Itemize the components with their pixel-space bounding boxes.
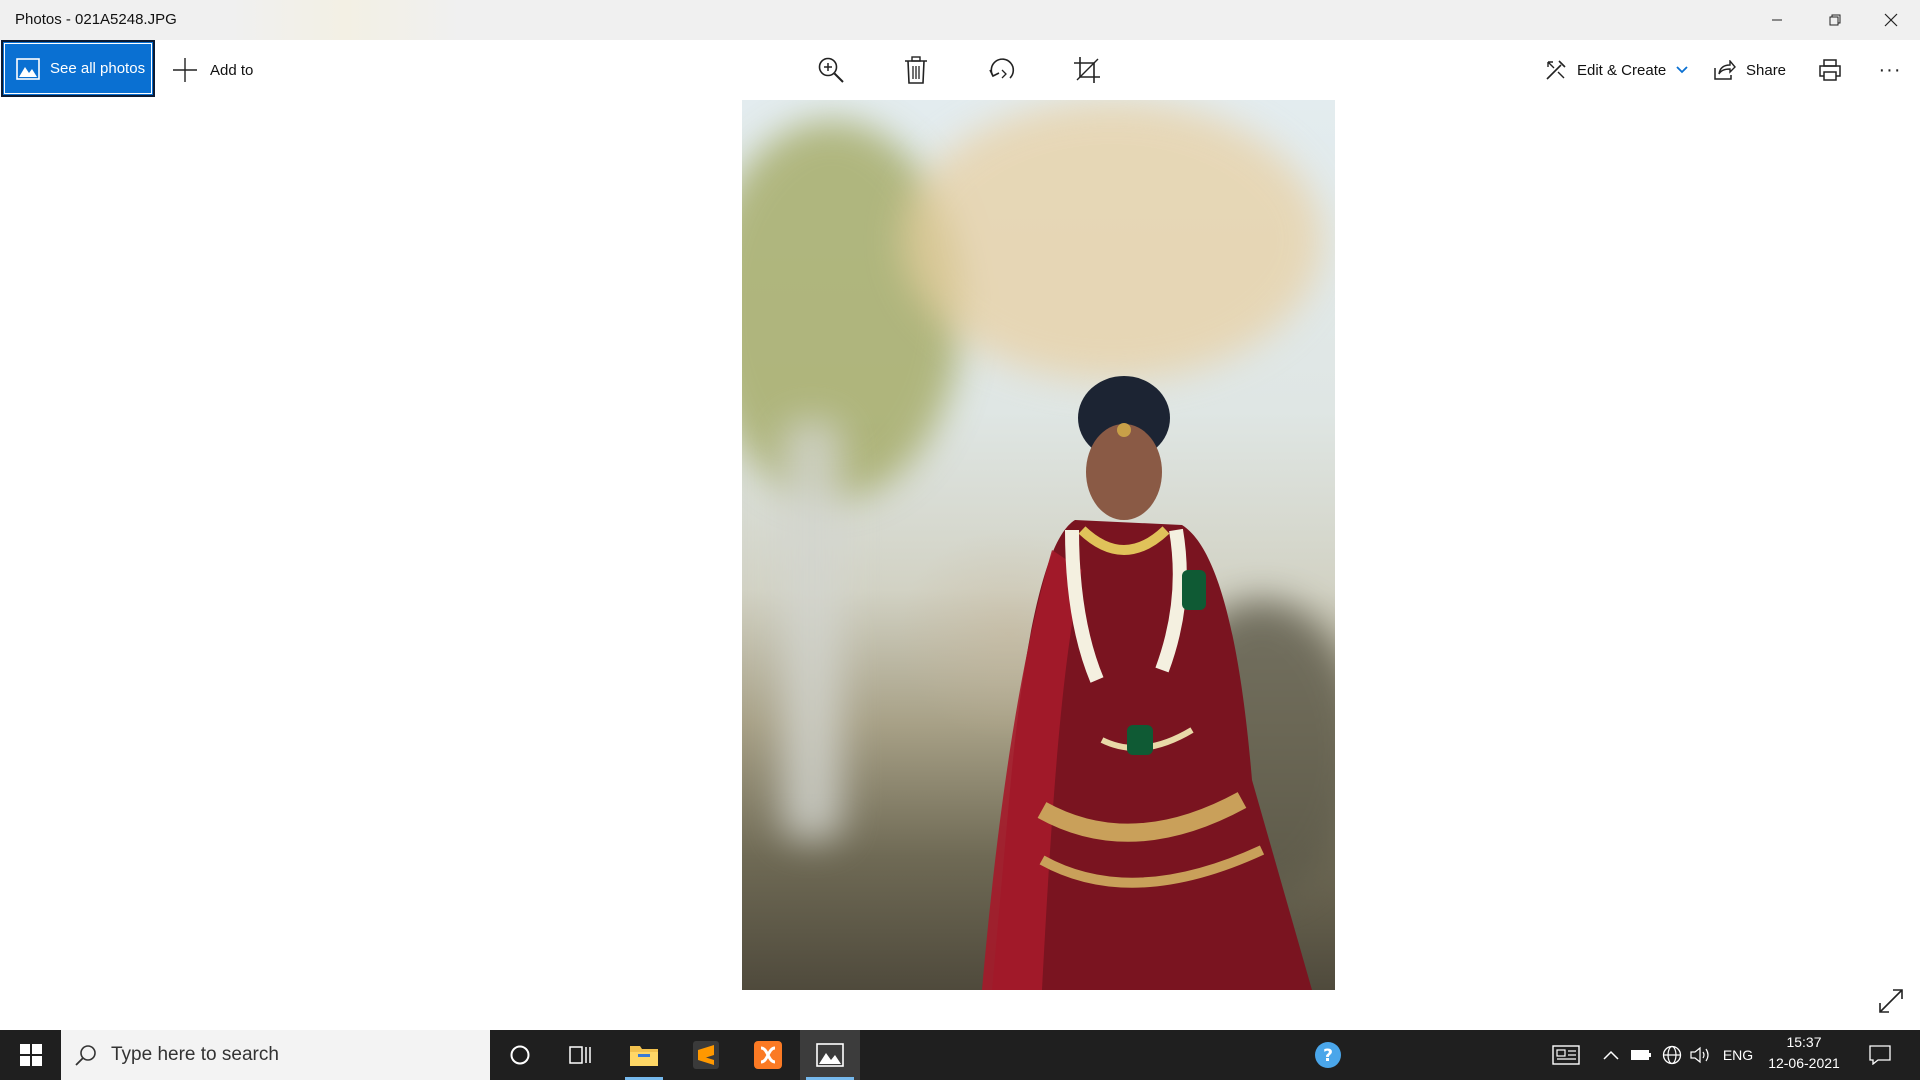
help-icon: ?: [1315, 1042, 1341, 1068]
chevron-down-icon: [1676, 66, 1688, 74]
minimize-button[interactable]: [1748, 0, 1806, 40]
restore-icon: [1829, 14, 1841, 26]
clock-time: 15:37: [1786, 1034, 1822, 1050]
folder-icon: [630, 1046, 658, 1066]
show-hidden-icons-button[interactable]: [1600, 1030, 1622, 1080]
more-options-button[interactable]: ···: [1868, 49, 1912, 91]
zoom-icon: [818, 57, 844, 83]
svg-text:?: ?: [1323, 1046, 1333, 1066]
title-bar: Photos - 021A5248.JPG: [0, 0, 1920, 40]
crop-icon: [1074, 57, 1100, 83]
edit-create-button[interactable]: Edit & Create: [1545, 50, 1688, 90]
cortana-icon: [510, 1045, 530, 1065]
close-icon: [1884, 13, 1898, 27]
news-widget-button[interactable]: [1548, 1030, 1584, 1080]
zoom-button[interactable]: [809, 49, 853, 91]
news-icon: [1552, 1045, 1580, 1065]
input-language-button[interactable]: ENG: [1720, 1030, 1756, 1080]
edit-create-label: Edit & Create: [1577, 61, 1667, 79]
globe-icon: [1662, 1045, 1682, 1065]
windows-logo-icon: [19, 1044, 42, 1066]
taskbar-app-photos[interactable]: [800, 1030, 860, 1080]
task-view-button[interactable]: [556, 1030, 604, 1080]
see-all-photos-label: See all photos: [50, 60, 146, 77]
taskbar-app-xampp[interactable]: [743, 1030, 793, 1080]
taskbar-search-box[interactable]: Type here to search: [61, 1030, 490, 1080]
plus-icon: [173, 58, 197, 82]
fullscreen-button[interactable]: [1876, 986, 1906, 1016]
add-to-button[interactable]: Add to: [172, 50, 253, 90]
start-button[interactable]: [0, 1030, 61, 1080]
print-button[interactable]: [1808, 49, 1852, 91]
rotate-button[interactable]: [980, 49, 1024, 91]
close-button[interactable]: [1862, 0, 1920, 40]
crop-button[interactable]: [1065, 49, 1109, 91]
search-icon: [75, 1045, 96, 1066]
add-to-label: Add to: [210, 61, 254, 79]
speaker-icon: [1690, 1046, 1709, 1064]
input-language-label: ENG: [1722, 1047, 1754, 1063]
rotate-icon: [989, 58, 1015, 79]
edit-create-icon: [1546, 60, 1566, 80]
taskbar-app-file-explorer[interactable]: [619, 1030, 669, 1080]
delete-button[interactable]: [894, 49, 938, 91]
battery-button[interactable]: [1629, 1030, 1653, 1080]
cortana-button[interactable]: [496, 1030, 544, 1080]
sublime-text-icon: [693, 1041, 719, 1069]
expand-icon: [1879, 989, 1903, 1013]
photo-subject: [982, 376, 1312, 990]
xampp-icon: [754, 1041, 782, 1069]
photos-app-icon: [816, 1043, 844, 1067]
photo-gallery-icon: [16, 57, 40, 80]
minimize-icon: [1772, 19, 1782, 21]
battery-icon: [1631, 1050, 1651, 1060]
notification-center-icon: [1869, 1045, 1891, 1065]
restore-button[interactable]: [1806, 0, 1864, 40]
search-placeholder: Type here to search: [111, 1044, 279, 1065]
share-icon: [1714, 60, 1736, 80]
print-icon: [1819, 59, 1841, 81]
photo-view[interactable]: [742, 100, 1335, 990]
see-all-photos-button[interactable]: See all photos: [1, 40, 155, 97]
taskbar: Type here to search ? ENG 15:37 12-06-20…: [0, 1030, 1920, 1080]
help-button[interactable]: ?: [1308, 1030, 1348, 1080]
notifications-button[interactable]: [1858, 1030, 1902, 1080]
task-view-icon: [569, 1046, 591, 1064]
chevron-up-icon: [1603, 1050, 1619, 1060]
clock[interactable]: 15:37 12-06-2021: [1766, 1032, 1842, 1078]
taskbar-app-sublime-text[interactable]: [681, 1030, 731, 1080]
window-title: Photos - 021A5248.JPG: [15, 11, 177, 28]
command-bar: See all photos Add to Edit & Create Shar…: [0, 40, 1920, 100]
network-button[interactable]: [1659, 1030, 1685, 1080]
delete-icon: [905, 56, 927, 84]
volume-button[interactable]: [1688, 1030, 1714, 1080]
share-label: Share: [1746, 61, 1787, 79]
share-button[interactable]: Share: [1714, 50, 1786, 90]
clock-date: 12-06-2021: [1768, 1055, 1840, 1071]
